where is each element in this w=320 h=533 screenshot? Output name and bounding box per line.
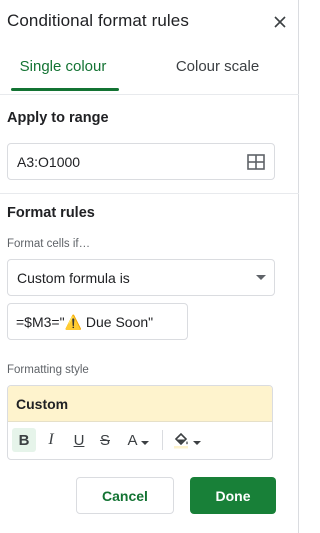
chevron-down-icon: [192, 441, 201, 445]
warning-emoji: ⚠️: [64, 314, 82, 330]
chevron-down-icon: [140, 441, 149, 445]
active-tab-indicator: [11, 88, 119, 91]
conditional-format-panel: Conditional format rules Single colour C…: [0, 0, 299, 533]
style-preset-label: Custom: [16, 396, 69, 412]
style-preset-selector[interactable]: Custom: [8, 386, 272, 422]
tab-single-colour[interactable]: Single colour: [7, 58, 119, 92]
formula-suffix: Due Soon": [82, 314, 154, 330]
tab-bar: Single colour Colour scale: [0, 58, 299, 92]
custom-formula-input[interactable]: =$M3="⚠️ Due Soon": [7, 303, 188, 340]
fill-color-icon: [173, 432, 188, 449]
close-icon: [274, 16, 286, 28]
text-color-icon: A: [127, 431, 138, 449]
toolbar-separator: [162, 430, 163, 450]
cancel-button[interactable]: Cancel: [76, 477, 174, 514]
formula-prefix: =$M3=": [16, 314, 65, 330]
apply-to-range-heading: Apply to range: [7, 110, 109, 126]
italic-button[interactable]: I: [40, 428, 62, 452]
condition-value: Custom formula is: [17, 270, 130, 286]
fill-color-button[interactable]: [168, 428, 204, 452]
close-button[interactable]: [268, 10, 292, 34]
text-color-button[interactable]: A: [121, 428, 155, 452]
panel-title: Conditional format rules: [7, 11, 189, 30]
section-divider: [0, 193, 299, 194]
select-range-grid-icon[interactable]: [247, 154, 265, 170]
format-cells-if-label: Format cells if…: [7, 238, 91, 250]
done-button[interactable]: Done: [190, 477, 276, 514]
formula-value: =$M3="⚠️ Due Soon": [16, 314, 153, 331]
tab-colour-scale[interactable]: Colour scale: [160, 58, 275, 92]
bold-button[interactable]: B: [12, 428, 36, 452]
condition-dropdown[interactable]: Custom formula is: [7, 259, 275, 296]
tabs-divider: [0, 94, 299, 95]
formatting-style-label: Formatting style: [7, 364, 89, 376]
format-rules-heading: Format rules: [7, 205, 95, 221]
underline-button[interactable]: U: [68, 428, 90, 452]
range-input[interactable]: A3:O1000: [7, 143, 275, 180]
panel-header: Conditional format rules: [0, 0, 299, 44]
chevron-down-icon: [256, 275, 266, 280]
strikethrough-button[interactable]: S: [94, 428, 116, 452]
range-value: A3:O1000: [17, 154, 81, 170]
formatting-style-box: Custom B I U S A: [7, 385, 273, 460]
